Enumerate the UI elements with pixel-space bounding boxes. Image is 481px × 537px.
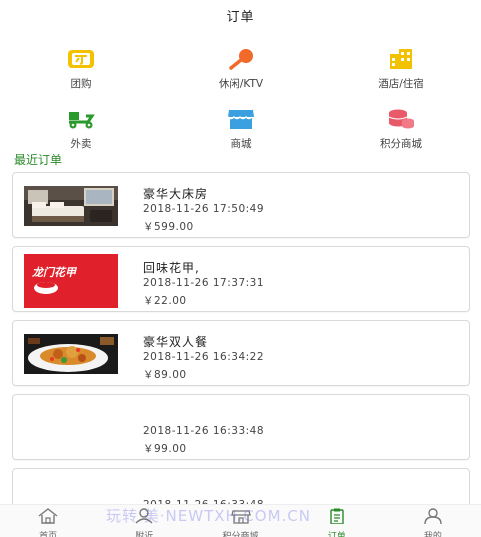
order-list: 豪华大床房 2018-11-26 17:50:49 ￥599.00 龙门花甲 回… [12,172,470,537]
hotel-building-icon [386,46,416,70]
order-time: 2018-11-26 16:34:22 [143,351,265,363]
tab-home[interactable]: 首页 [0,505,96,537]
order-clipboard-icon [326,508,348,528]
category-label: 酒店/住宿 [378,78,424,90]
category-label: 商城 [230,138,252,150]
order-name: 豪华双人餐 [143,335,209,349]
order-price: ￥99.00 [143,443,187,455]
home-icon [37,508,59,528]
order-price: ￥599.00 [143,221,194,233]
tab-points-store[interactable]: 积分商城 [192,505,288,537]
order-card[interactable]: 豪华双人餐 2018-11-26 16:34:22 ￥89.00 [12,320,470,386]
order-time: 2018-11-26 16:33:48 [143,425,265,437]
tab-orders[interactable]: 订单 [289,505,385,537]
tab-label: 积分商城 [222,532,259,537]
category-label: 积分商城 [380,138,422,150]
order-card[interactable]: 豪华大床房 2018-11-26 17:50:49 ￥599.00 [12,172,470,238]
tab-label: 首页 [39,532,58,537]
order-price: ￥22.00 [143,295,187,307]
store-icon [226,106,256,130]
hotel-room-photo [24,186,118,226]
order-card[interactable]: 2018-11-26 16:33:48 ￥99.00 [12,394,470,460]
top-bar: 订单 [0,0,481,30]
nearby-person-icon [133,508,155,528]
order-time: 2018-11-26 17:37:31 [143,277,265,289]
logo-text: 龙门花甲 [31,266,78,279]
bottom-tab-bar: 首页 附近 积分商城 订单 我的 [0,504,481,537]
category-label: 外卖 [70,138,92,150]
category-ktv[interactable]: 休闲/KTV [186,46,296,91]
tab-label: 我的 [423,532,442,537]
order-time: 2018-11-26 17:50:49 [143,203,265,215]
coins-icon [386,106,416,130]
tab-nearby[interactable]: 附近 [96,505,192,537]
page-title: 订单 [226,9,255,25]
tab-mine[interactable]: 我的 [385,505,481,537]
tab-label: 订单 [327,532,346,537]
order-name: 豪华大床房 [143,187,209,201]
category-hotel[interactable]: 酒店/住宿 [346,46,456,91]
restaurant-logo: 龙门花甲 [24,254,118,308]
category-points-store[interactable]: 积分商城 [346,106,456,151]
category-tuangou[interactable]: 团购 [26,46,136,91]
category-label: 团购 [70,78,92,90]
points-store-icon [230,508,252,528]
category-store[interactable]: 商城 [186,106,296,151]
tuangou-icon [66,46,96,70]
order-price: ￥89.00 [143,369,187,381]
category-label: 休闲/KTV [218,78,264,90]
microphone-icon [226,46,256,70]
category-grid: 团购 休闲/KTV 酒店/住宿 外卖 商城 积分商城 [0,30,481,151]
food-photo [24,334,118,374]
user-icon [422,508,444,528]
category-waimai[interactable]: 外卖 [26,106,136,151]
order-name: 回味花甲, [143,261,200,275]
delivery-scooter-icon [66,106,96,130]
order-card[interactable]: 龙门花甲 回味花甲, 2018-11-26 17:37:31 ￥22.00 [12,246,470,312]
recent-orders-title: 最近订单 [14,153,63,167]
tab-label: 附近 [135,532,154,537]
